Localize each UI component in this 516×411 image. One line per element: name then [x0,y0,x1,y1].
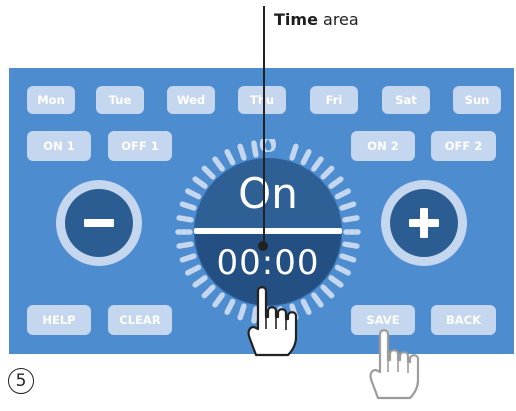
dial-tick [224,149,236,166]
dial-tick [201,284,216,299]
dial-tick [320,284,335,299]
dial-tick [237,143,247,161]
plus-button[interactable] [380,179,468,267]
time-display[interactable]: 00:00 [175,241,361,285]
dial-tick [289,143,299,161]
day-button-wed[interactable]: Wed [167,86,215,114]
off1-button[interactable]: OFF 1 [108,131,172,161]
clear-button[interactable]: CLEAR [108,305,172,335]
pointing-hand-icon [236,283,306,363]
day-button-sat[interactable]: Sat [382,86,430,114]
dial-tick [224,298,236,315]
dial-tick [300,149,312,166]
day-button-thu[interactable]: Thu [238,86,286,114]
callout-bold: Time [274,10,318,29]
dial-tick [251,140,259,158]
time-area-callout: Time area [274,10,359,29]
callout-dot [258,241,268,251]
dial-tick [212,156,225,172]
minus-icon [84,219,114,227]
day-button-mon[interactable]: Mon [27,86,75,114]
day-button-sun[interactable]: Sun [453,86,501,114]
day-button-fri[interactable]: Fri [310,86,358,114]
minus-button[interactable] [55,179,143,267]
day-button-tue[interactable]: Tue [96,86,144,114]
dial-tick [311,292,324,308]
callout-rest: area [317,10,359,29]
pointing-hand-icon [358,326,428,406]
on1-button[interactable]: ON 1 [27,131,91,161]
mode-display: On [238,169,298,218]
callout-line [263,6,265,248]
step-number: 5 [8,368,34,394]
dial-tick [212,292,225,308]
off2-button[interactable]: OFF 2 [431,131,496,161]
dial-tick [311,156,324,172]
back-button[interactable]: BACK [431,305,496,335]
help-button[interactable]: HELP [27,305,91,335]
